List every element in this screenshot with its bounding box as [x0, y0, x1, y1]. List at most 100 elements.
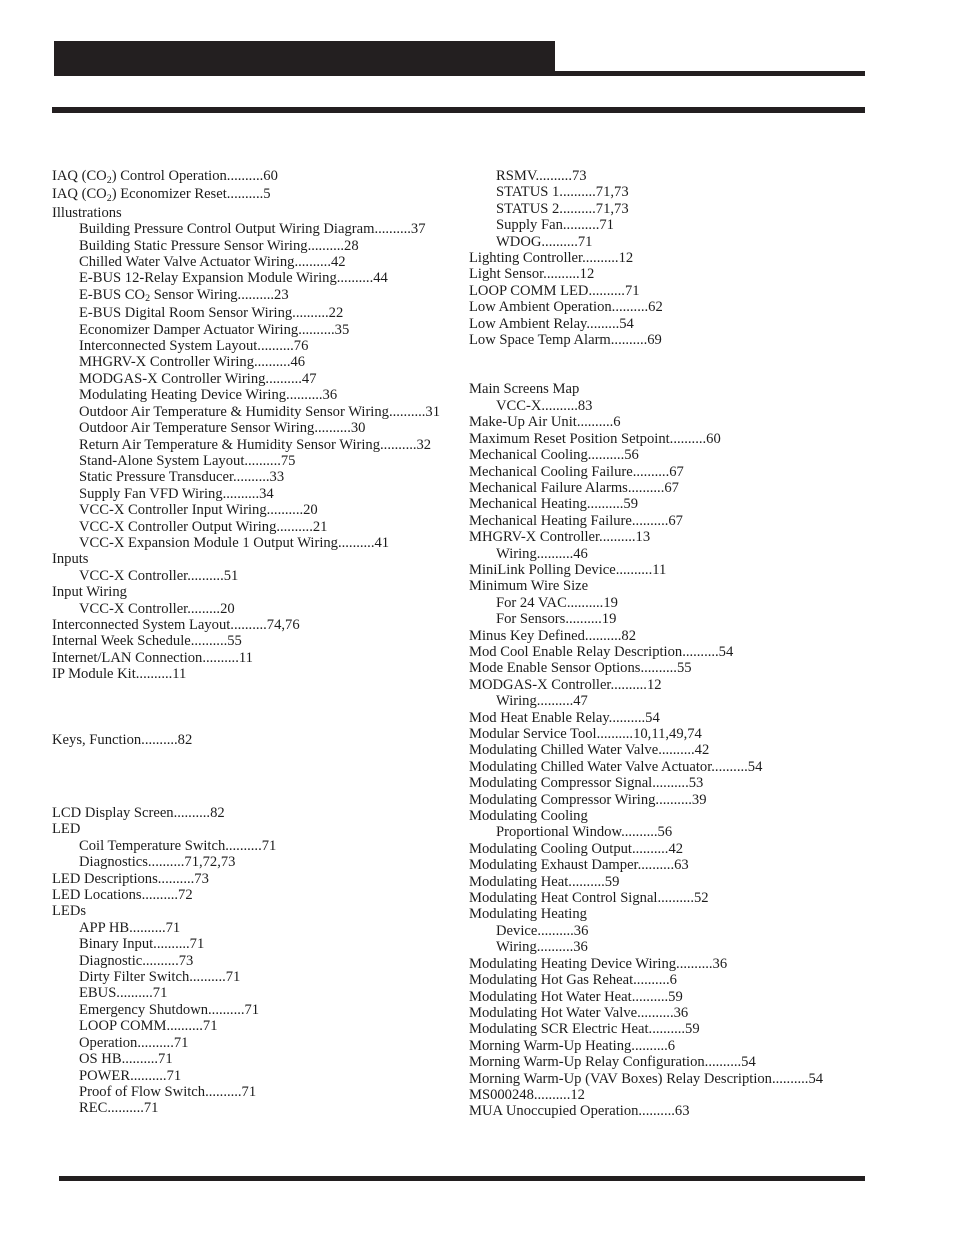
index-entry[interactable]: Internet/LAN Connection..........11: [52, 650, 472, 666]
index-subentry[interactable]: E-BUS Digital Room Sensor Wiring........…: [52, 305, 472, 321]
index-entry[interactable]: Minus Key Defined..........82: [469, 628, 889, 644]
index-entry[interactable]: Mechanical Cooling..........56: [469, 447, 889, 463]
index-subentry[interactable]: Stand-Alone System Layout..........75: [52, 453, 472, 469]
index-entry[interactable]: Modulating Hot Water Valve..........36: [469, 1005, 889, 1021]
index-entry[interactable]: LEDs: [52, 903, 472, 919]
index-entry[interactable]: IAQ (CO2) Control Operation..........60: [52, 168, 472, 186]
index-entry[interactable]: IP Module Kit..........11: [52, 666, 472, 682]
index-entry[interactable]: MiniLink Polling Device..........11: [469, 562, 889, 578]
index-subentry[interactable]: Interconnected System Layout..........76: [52, 338, 472, 354]
index-subentry[interactable]: VCC-X Expansion Module 1 Output Wiring..…: [52, 535, 472, 551]
index-entry[interactable]: Modulating Heat..........59: [469, 874, 889, 890]
index-subentry[interactable]: Emergency Shutdown..........71: [52, 1002, 472, 1018]
index-entry[interactable]: Modular Service Tool..........10,11,49,7…: [469, 726, 889, 742]
index-subentry[interactable]: For Sensors..........19: [469, 611, 889, 627]
index-entry[interactable]: Morning Warm-Up (VAV Boxes) Relay Descri…: [469, 1071, 889, 1087]
index-subentry[interactable]: VCC-X Controller Input Wiring..........2…: [52, 502, 472, 518]
index-entry[interactable]: LED Descriptions..........73: [52, 871, 472, 887]
index-subentry[interactable]: Binary Input..........71: [52, 936, 472, 952]
index-subentry[interactable]: LOOP COMM..........71: [52, 1018, 472, 1034]
index-subentry[interactable]: VCC-X Controller Output Wiring..........…: [52, 519, 472, 535]
index-entry[interactable]: Mod Cool Enable Relay Description.......…: [469, 644, 889, 660]
index-subentry[interactable]: Diagnostics..........71,72,73: [52, 854, 472, 870]
index-entry[interactable]: MUA Unoccupied Operation..........63: [469, 1103, 889, 1119]
index-subentry[interactable]: Proof of Flow Switch..........71: [52, 1084, 472, 1100]
index-subentry[interactable]: WDOG..........71: [469, 234, 889, 250]
index-subentry[interactable]: Coil Temperature Switch..........71: [52, 838, 472, 854]
index-entry[interactable]: Modulating Chilled Water Valve Actuator.…: [469, 759, 889, 775]
index-subentry[interactable]: Static Pressure Transducer..........33: [52, 469, 472, 485]
index-entry[interactable]: Modulating Compressor Wiring..........39: [469, 792, 889, 808]
index-entry[interactable]: Keys, Function..........82: [52, 732, 472, 748]
index-entry[interactable]: Morning Warm-Up Heating..........6: [469, 1038, 889, 1054]
index-entry[interactable]: MHGRV-X Controller..........13: [469, 529, 889, 545]
index-subentry[interactable]: Operation..........71: [52, 1035, 472, 1051]
index-entry[interactable]: Modulating Heating Device Wiring........…: [469, 956, 889, 972]
index-entry[interactable]: Low Ambient Operation..........62: [469, 299, 889, 315]
index-subentry[interactable]: POWER..........71: [52, 1068, 472, 1084]
index-entry[interactable]: Modulating Hot Water Heat..........59: [469, 989, 889, 1005]
index-subentry[interactable]: Wiring..........46: [469, 546, 889, 562]
index-entry[interactable]: Modulating Hot Gas Reheat..........6: [469, 972, 889, 988]
index-entry[interactable]: Mechanical Cooling Failure..........67: [469, 464, 889, 480]
index-entry[interactable]: Modulating Chilled Water Valve..........…: [469, 742, 889, 758]
index-entry[interactable]: Lighting Controller..........12: [469, 250, 889, 266]
index-subentry[interactable]: Proportional Window..........56: [469, 824, 889, 840]
index-entry[interactable]: Illustrations: [52, 205, 472, 221]
index-subentry[interactable]: Device..........36: [469, 923, 889, 939]
index-subentry[interactable]: STATUS 1..........71,73: [469, 184, 889, 200]
index-subentry[interactable]: Supply Fan..........71: [469, 217, 889, 233]
index-entry[interactable]: Modulating Exhaust Damper..........63: [469, 857, 889, 873]
index-subentry[interactable]: Modulating Heating Device Wiring........…: [52, 387, 472, 403]
index-entry[interactable]: Input Wiring: [52, 584, 472, 600]
index-subentry[interactable]: Economizer Damper Actuator Wiring.......…: [52, 322, 472, 338]
index-subentry[interactable]: Dirty Filter Switch..........71: [52, 969, 472, 985]
index-entry[interactable]: Interconnected System Layout..........74…: [52, 617, 472, 633]
index-subentry[interactable]: Outdoor Air Temperature & Humidity Senso…: [52, 404, 472, 420]
index-entry[interactable]: Make-Up Air Unit..........6: [469, 414, 889, 430]
index-subentry[interactable]: Outdoor Air Temperature Sensor Wiring...…: [52, 420, 472, 436]
index-subentry[interactable]: MHGRV-X Controller Wiring..........46: [52, 354, 472, 370]
index-entry[interactable]: IAQ (CO2) Economizer Reset..........5: [52, 186, 472, 204]
index-subentry[interactable]: E-BUS CO2 Sensor Wiring..........23: [52, 287, 472, 305]
index-subentry[interactable]: APP HB..........71: [52, 920, 472, 936]
index-entry[interactable]: Main Screens Map: [469, 381, 889, 397]
index-subentry[interactable]: Wiring..........36: [469, 939, 889, 955]
index-entry[interactable]: Inputs: [52, 551, 472, 567]
index-entry[interactable]: Modulating Heating: [469, 906, 889, 922]
index-subentry[interactable]: MODGAS-X Controller Wiring..........47: [52, 371, 472, 387]
index-subentry[interactable]: Diagnostic..........73: [52, 953, 472, 969]
index-subentry[interactable]: Wiring..........47: [469, 693, 889, 709]
index-subentry[interactable]: VCC-X Controller..........51: [52, 568, 472, 584]
index-entry[interactable]: MODGAS-X Controller..........12: [469, 677, 889, 693]
index-entry[interactable]: MS000248..........12: [469, 1087, 889, 1103]
index-subentry[interactable]: RSMV..........73: [469, 168, 889, 184]
index-entry[interactable]: Modulating Cooling Output..........42: [469, 841, 889, 857]
index-entry[interactable]: LOOP COMM LED..........71: [469, 283, 889, 299]
index-subentry[interactable]: For 24 VAC..........19: [469, 595, 889, 611]
index-entry[interactable]: Minimum Wire Size: [469, 578, 889, 594]
index-subentry[interactable]: Building Static Pressure Sensor Wiring..…: [52, 238, 472, 254]
index-entry[interactable]: Mechanical Heating Failure..........67: [469, 513, 889, 529]
index-entry[interactable]: Light Sensor..........12: [469, 266, 889, 282]
index-entry[interactable]: Internal Week Schedule..........55: [52, 633, 472, 649]
index-subentry[interactable]: REC..........71: [52, 1100, 472, 1116]
index-subentry[interactable]: Return Air Temperature & Humidity Sensor…: [52, 437, 472, 453]
index-entry[interactable]: Mechanical Heating..........59: [469, 496, 889, 512]
index-entry[interactable]: Modulating Compressor Signal..........53: [469, 775, 889, 791]
index-entry[interactable]: Mod Heat Enable Relay..........54: [469, 710, 889, 726]
index-subentry[interactable]: E-BUS 12-Relay Expansion Module Wiring..…: [52, 270, 472, 286]
index-entry[interactable]: LED: [52, 821, 472, 837]
index-subentry[interactable]: EBUS..........71: [52, 985, 472, 1001]
index-subentry[interactable]: Chilled Water Valve Actuator Wiring.....…: [52, 254, 472, 270]
index-subentry[interactable]: STATUS 2..........71,73: [469, 201, 889, 217]
index-subentry[interactable]: Supply Fan VFD Wiring..........34: [52, 486, 472, 502]
index-entry[interactable]: Modulating Cooling: [469, 808, 889, 824]
index-entry[interactable]: Low Ambient Relay.........54: [469, 316, 889, 332]
index-entry[interactable]: Low Space Temp Alarm..........69: [469, 332, 889, 348]
index-entry[interactable]: Modulating SCR Electric Heat..........59: [469, 1021, 889, 1037]
index-entry[interactable]: Modulating Heat Control Signal..........…: [469, 890, 889, 906]
index-entry[interactable]: Mode Enable Sensor Options..........55: [469, 660, 889, 676]
index-subentry[interactable]: VCC-X Controller.........20: [52, 601, 472, 617]
index-subentry[interactable]: OS HB..........71: [52, 1051, 472, 1067]
